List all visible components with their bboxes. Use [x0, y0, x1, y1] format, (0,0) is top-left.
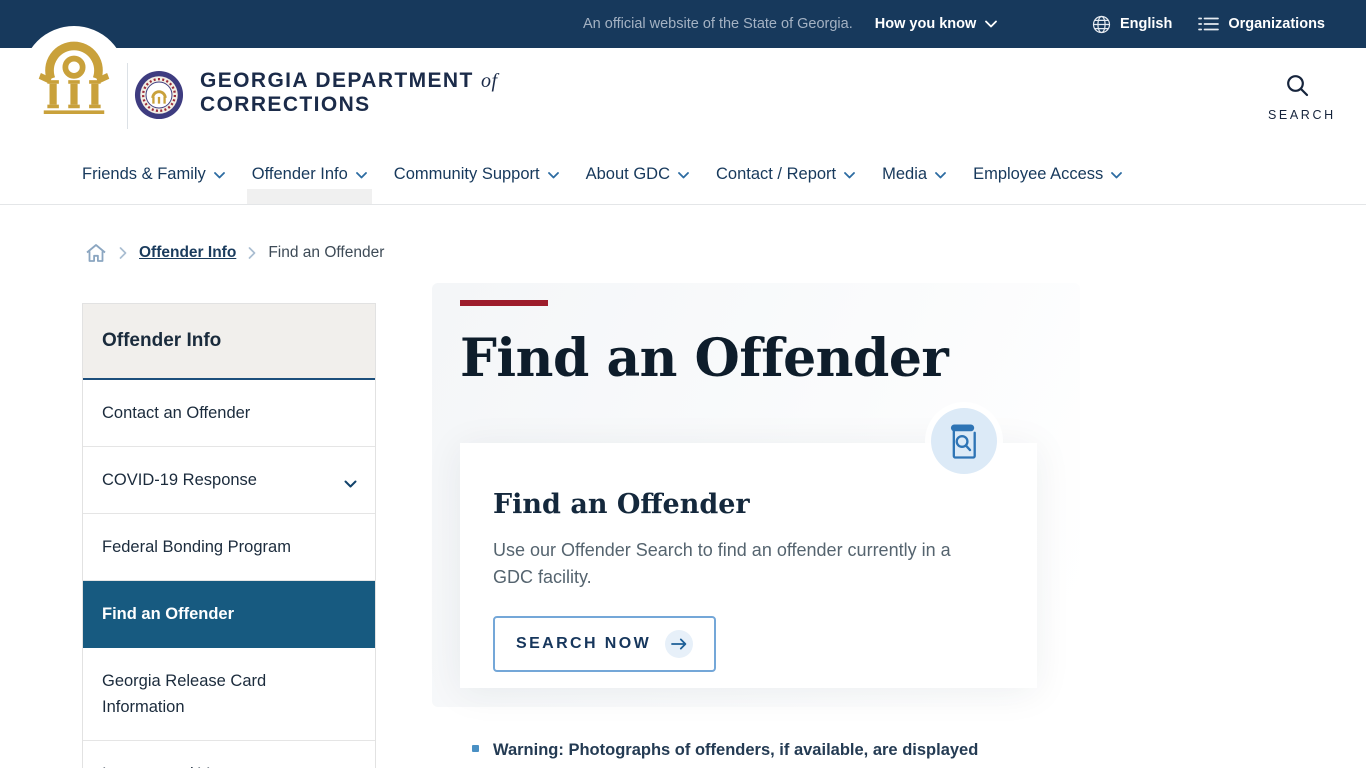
document-search-icon — [950, 424, 976, 459]
sidebar-item-incarcerated-veterans[interactable]: Incarcerated Veterans — [83, 741, 375, 768]
language-selector[interactable]: English — [1092, 15, 1172, 34]
sidebar-title: Offender Info — [83, 304, 375, 380]
chevron-right-icon — [119, 247, 127, 259]
search-now-button[interactable]: SEARCH NOW — [493, 616, 717, 672]
sidebar-item-georgia-release-card[interactable]: Georgia Release Card Information — [83, 648, 375, 741]
nav-item-friends-family[interactable]: Friends & Family — [82, 144, 225, 204]
official-site-text: An official website of the State of Geor… — [583, 16, 853, 32]
header-search-button[interactable]: SEARCH — [1268, 72, 1333, 122]
bullet-icon — [472, 745, 479, 752]
warning-text: Warning: Photographs of offenders, if av… — [493, 741, 979, 759]
arrow-right-icon — [665, 630, 694, 658]
sidebar-item-find-an-offender[interactable]: Find an Offender — [83, 581, 375, 648]
main-content: Find an Offender Find an Offender Use ou… — [460, 300, 1037, 759]
list-icon — [1198, 16, 1220, 32]
chevron-down-icon — [678, 171, 689, 179]
globe-icon — [1092, 15, 1111, 34]
chevron-right-icon — [248, 247, 256, 259]
chevron-down-icon — [213, 171, 225, 179]
nav-item-employee-access[interactable]: Employee Access — [973, 144, 1123, 204]
organizations-menu[interactable]: Organizations — [1198, 16, 1325, 32]
sidebar-item-covid-19-response[interactable]: COVID-19 Response — [83, 447, 375, 514]
find-offender-card: Find an Offender Use our Offender Search… — [460, 408, 1037, 688]
nav-item-community-support[interactable]: Community Support — [394, 144, 559, 204]
home-icon[interactable] — [85, 243, 107, 263]
chevron-down-icon — [935, 171, 946, 179]
breadcrumb: Offender Info Find an Offender — [85, 243, 384, 263]
page: An official website of the State of Geor… — [0, 0, 1366, 768]
document-search-badge — [931, 408, 997, 474]
how-you-know-toggle[interactable]: How you know — [875, 16, 998, 32]
page-title: Find an Offender — [460, 328, 949, 389]
agency-wordmark[interactable]: GEORGIA DEPARTMENT of CORRECTIONS — [200, 69, 498, 117]
nav-item-contact-report[interactable]: Contact / Report — [716, 144, 856, 204]
main-nav: Friends & Family Offender Info Community… — [0, 144, 1366, 205]
breadcrumb-current: Find an Offender — [268, 244, 385, 261]
title-accent-bar — [460, 300, 548, 306]
card-description: Use our Offender Search to find an offen… — [493, 540, 951, 587]
seal-icon — [134, 70, 184, 120]
chevron-down-icon — [344, 471, 357, 497]
nav-item-media[interactable]: Media — [882, 144, 946, 204]
nav-item-about-gdc[interactable]: About GDC — [586, 144, 689, 204]
warning-list-item: Warning: Photographs of offenders, if av… — [472, 738, 1042, 762]
sidebar-item-contact-an-offender[interactable]: Contact an Offender — [83, 380, 375, 447]
site-header: GEORGIA DEPARTMENT of CORRECTIONS SEARCH — [0, 26, 1366, 144]
breadcrumb-link-offender-info[interactable]: Offender Info — [139, 244, 236, 262]
search-icon — [1284, 75, 1311, 103]
header-divider — [127, 63, 128, 129]
sidebar-item-federal-bonding-program[interactable]: Federal Bonding Program — [83, 514, 375, 581]
chevron-down-icon — [985, 16, 998, 32]
arch-icon — [38, 41, 110, 114]
chevron-down-icon — [844, 171, 856, 179]
chevron-down-icon — [547, 171, 559, 179]
sidebar-offender-info: Offender Info Contact an Offender COVID-… — [82, 303, 376, 768]
georgia-arch-logo[interactable] — [22, 26, 126, 130]
nav-item-offender-info[interactable]: Offender Info — [246, 144, 372, 204]
chevron-down-icon — [355, 171, 367, 179]
chevron-down-icon — [1111, 171, 1123, 179]
gdc-seal-logo[interactable] — [134, 70, 184, 120]
official-bar: An official website of the State of Geor… — [0, 0, 1366, 48]
card-title: Find an Offender — [493, 489, 750, 520]
